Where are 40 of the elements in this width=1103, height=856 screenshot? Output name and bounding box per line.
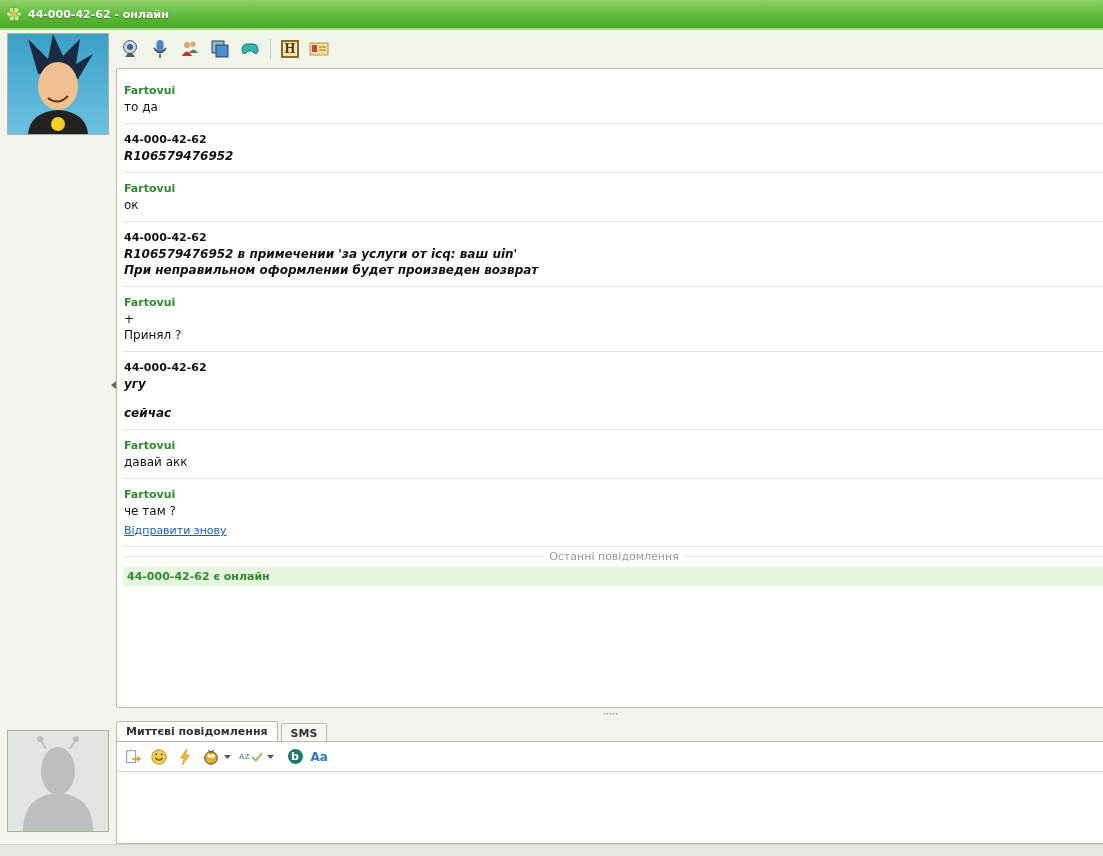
message-text: Принял ? bbox=[124, 327, 183, 343]
window-title: 44-000-42-62 - онлайн bbox=[28, 7, 169, 21]
collapse-arrow-icon[interactable] bbox=[111, 381, 116, 389]
message-text: R106579476952 в примечении 'за услуги от icq: ваш uin' bbox=[124, 246, 519, 262]
pictures-icon[interactable] bbox=[210, 39, 230, 59]
smiley-icon[interactable] bbox=[150, 747, 168, 766]
message-text: + bbox=[124, 311, 136, 327]
microphone-icon[interactable] bbox=[150, 39, 170, 59]
people-icon[interactable] bbox=[180, 39, 200, 59]
tab[interactable]: Миттєві повідомлення bbox=[116, 721, 278, 742]
caret-icon[interactable] bbox=[266, 754, 274, 759]
bee-icon[interactable] bbox=[202, 747, 220, 766]
checkmark-icon[interactable] bbox=[250, 750, 263, 763]
message-text: R106579476952 bbox=[124, 148, 235, 164]
divider-label: Останні повідомлення bbox=[549, 550, 679, 563]
message-text: то да bbox=[124, 99, 159, 115]
document-arrow-icon[interactable] bbox=[124, 747, 142, 766]
status-notice: 44-000-42-62 є онлайн bbox=[123, 567, 1103, 586]
message-sender: Fartovui bbox=[124, 83, 177, 99]
message-sender: 44-000-42-62 bbox=[124, 360, 208, 376]
message-text: При неправильном оформлении будет произведен возврат bbox=[124, 262, 540, 278]
message-sender: Fartovui bbox=[124, 295, 177, 311]
caret-icon[interactable] bbox=[224, 754, 231, 759]
message-text: че там ? bbox=[124, 503, 177, 519]
flower-logo-icon bbox=[6, 6, 22, 22]
resend-link[interactable]: Відправити знову bbox=[124, 523, 227, 538]
b-circle-icon[interactable]: b bbox=[287, 749, 303, 764]
message-sender: Fartovui bbox=[124, 181, 177, 197]
contact-card-icon[interactable] bbox=[309, 39, 329, 59]
message-text: сейчас bbox=[124, 405, 173, 421]
message-text: давай акк bbox=[124, 454, 189, 470]
webcam-icon[interactable] bbox=[120, 39, 140, 59]
message-sender: Fartovui bbox=[124, 487, 177, 503]
message-text: ок bbox=[124, 197, 140, 213]
font-icon[interactable]: Aa bbox=[310, 749, 328, 764]
message-sender: 44-000-42-62 bbox=[124, 230, 208, 246]
message-sender: Fartovui bbox=[124, 438, 177, 454]
message-text: угу bbox=[124, 376, 147, 392]
message-sender: 44-000-42-62 bbox=[124, 132, 208, 148]
letter-h-icon[interactable]: H bbox=[281, 40, 299, 58]
